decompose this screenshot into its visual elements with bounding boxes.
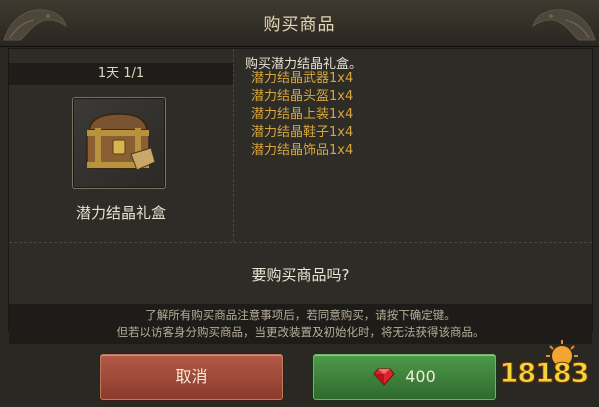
purchase-dialog: 购买商品 1天 1/1 潜力结晶礼盒 购买潜力结晶礼盒。 潜力结晶武器1x4 潜… [0, 0, 599, 407]
buy-button-content: 400 [373, 355, 436, 399]
price-label: 400 [405, 367, 436, 386]
item-slot[interactable] [72, 97, 166, 189]
dialog-title: 购买商品 [263, 15, 336, 35]
description-column: 购买潜力结晶礼盒。 潜力结晶武器1x4 潜力结晶头盔1x4 潜力结晶上装1x4 … [245, 49, 592, 242]
confirm-question: 要购买商品吗? [251, 266, 350, 284]
ruby-gem-icon [373, 368, 395, 386]
purchase-period: 1天 1/1 [9, 63, 233, 85]
list-item: 潜力结晶头盔1x4 [251, 89, 354, 104]
list-item: 潜力结晶鞋子1x4 [251, 125, 354, 140]
list-item: 潜力结晶武器1x4 [251, 71, 354, 86]
logo-text: 18183 [499, 358, 590, 390]
site-logo: 18183 [494, 338, 594, 404]
content-panel: 1天 1/1 潜力结晶礼盒 购买潜力结晶礼盒。 潜力结晶武器1x4 潜力结晶头盔… [8, 48, 593, 344]
title-bar: 购买商品 [0, 0, 599, 47]
buy-button[interactable]: 400 [313, 354, 496, 400]
notice-line: 了解所有购买商品注意事项后，若同意购买，请按下确定键。 [145, 308, 456, 322]
dragon-ornament-icon [532, 9, 596, 41]
treasure-chest-icon [86, 113, 156, 171]
cancel-button[interactable]: 取消 [100, 354, 283, 400]
list-item: 潜力结晶上装1x4 [251, 107, 354, 122]
item-column: 1天 1/1 潜力结晶礼盒 [9, 49, 234, 242]
list-item: 潜力结晶饰品1x4 [251, 143, 354, 158]
item-name: 潜力结晶礼盒 [75, 204, 166, 222]
contents-list: 潜力结晶武器1x4 潜力结晶头盔1x4 潜力结晶上装1x4 潜力结晶鞋子1x4 … [251, 70, 353, 160]
divider [9, 242, 592, 243]
